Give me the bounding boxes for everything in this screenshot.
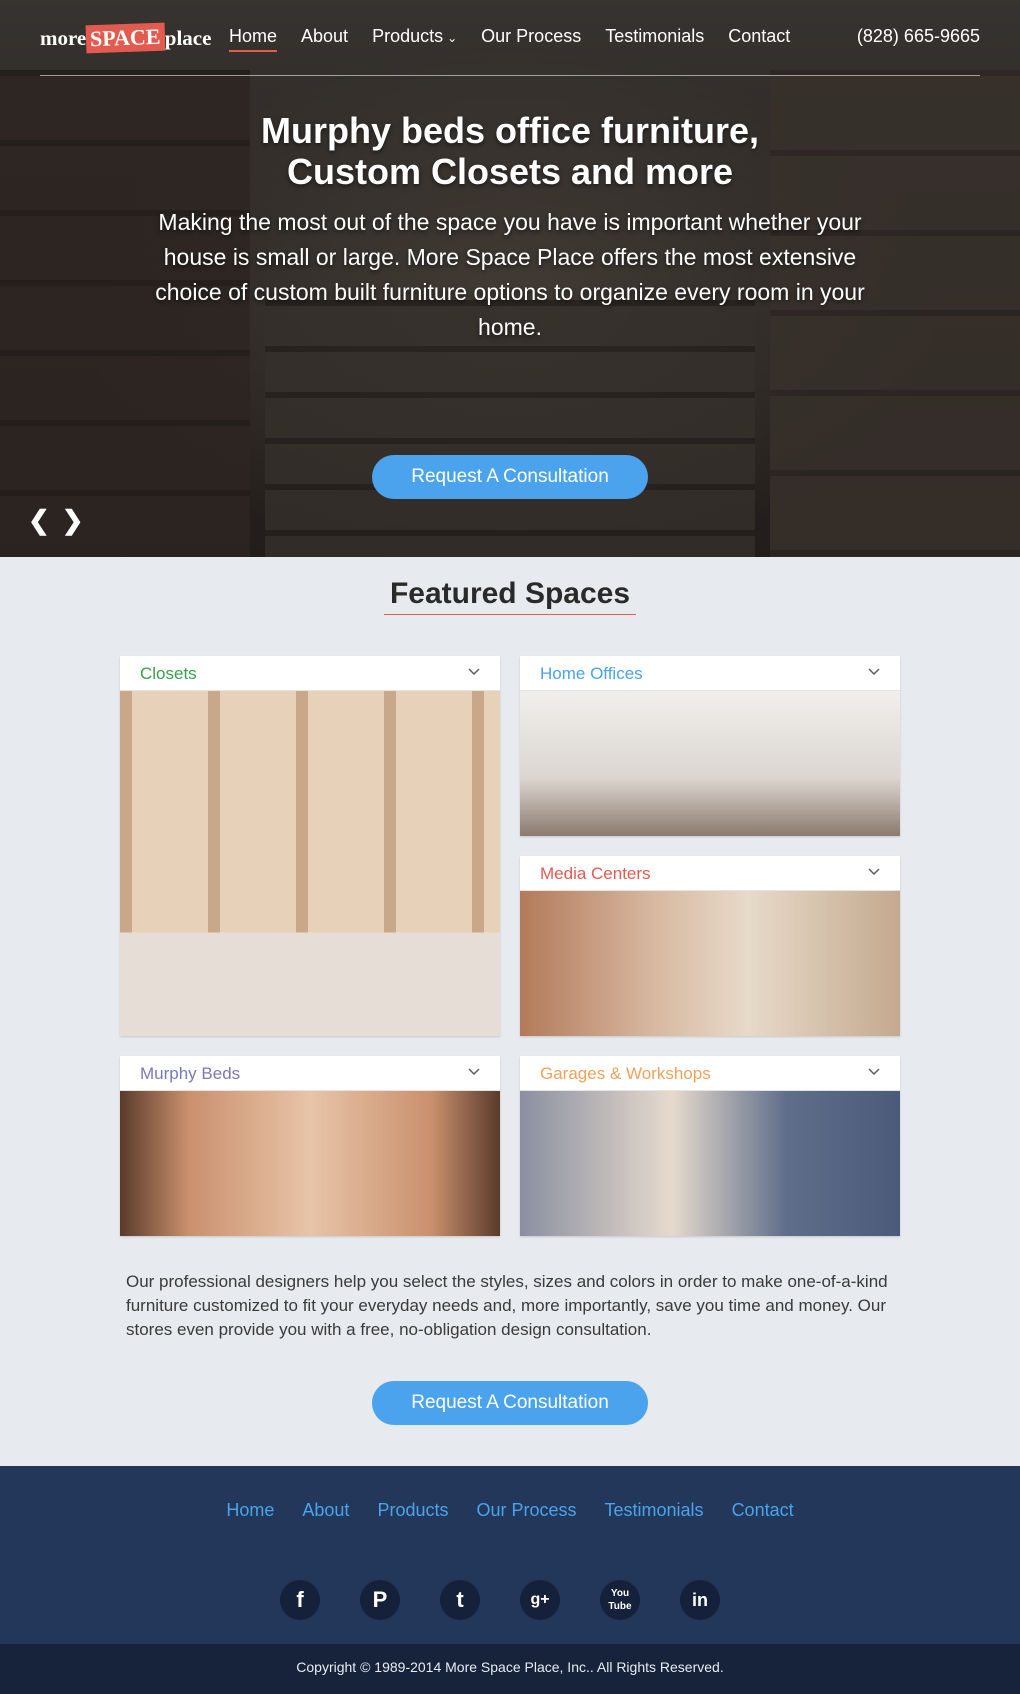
card-header[interactable]: Closets [120, 656, 500, 691]
hero-title: Murphy beds office furniture, Custom Clo… [0, 110, 1020, 192]
chevron-down-icon [868, 668, 880, 675]
card-header[interactable]: Media Centers [520, 856, 900, 891]
card-header[interactable]: Garages & Workshops [520, 1056, 900, 1091]
featured-description: Our professional designers help you sele… [126, 1272, 888, 1339]
home-offices-image [520, 691, 900, 836]
hero-description: Making the most out of the space you hav… [155, 209, 865, 340]
hero-title-line-1: Murphy beds office furniture, [260, 110, 760, 151]
card-label-garages: Garages & Workshops [540, 1064, 711, 1083]
facebook-icon[interactable]: f [280, 1580, 320, 1620]
site-logo[interactable]: more SPACE place [40, 22, 212, 54]
chevron-down-icon [468, 668, 480, 675]
top-navigation: more SPACE place Home About Products ⌄ Our … [40, 0, 980, 76]
card-header[interactable]: Murphy Beds [120, 1056, 500, 1091]
twitter-icon[interactable]: t [440, 1580, 480, 1620]
social-links: f P t g+ You Tube in [280, 1580, 720, 1620]
hero-title-line-2: Custom Closets and more [286, 151, 734, 192]
garages-image [520, 1091, 900, 1236]
chevron-down-icon [468, 1068, 480, 1075]
hero-consultation-button[interactable]: Request A Consultation [372, 455, 648, 499]
card-label-closets: Closets [140, 664, 197, 683]
nav-about[interactable]: About [301, 26, 348, 47]
youtube-icon[interactable]: You Tube [600, 1580, 640, 1620]
phone-number[interactable]: (828) 665-9665 [857, 26, 980, 47]
nav-our-process[interactable]: Our Process [481, 26, 581, 47]
media-centers-image [520, 891, 900, 1036]
footer-nav-products[interactable]: Products [377, 1500, 448, 1521]
card-media-centers[interactable]: Media Centers [520, 856, 900, 1036]
card-garages-workshops[interactable]: Garages & Workshops [520, 1056, 900, 1236]
chevron-down-icon [868, 1068, 880, 1075]
arrow-left-icon[interactable]: ❮ [28, 505, 50, 536]
featured-title-underline [384, 614, 636, 615]
card-header[interactable]: Home Offices [520, 656, 900, 691]
consultation-button[interactable]: Request A Consultation [372, 1381, 648, 1425]
chevron-down-icon: ⌄ [447, 31, 458, 45]
footer-nav-our-process[interactable]: Our Process [476, 1500, 576, 1521]
arrow-right-icon[interactable]: ❯ [62, 505, 84, 536]
closets-image [120, 691, 500, 1036]
footer-nav-testimonials[interactable]: Testimonials [605, 1500, 704, 1521]
slider-arrows: ❮ ❯ [28, 505, 84, 536]
footer-nav-home[interactable]: Home [226, 1500, 274, 1521]
card-closets[interactable]: Closets [120, 656, 500, 1036]
logo-text-space: SPACE [85, 22, 166, 54]
logo-text-place: place [164, 26, 212, 50]
nav-products[interactable]: Products ⌄ [372, 26, 457, 47]
logo-text-more: more [40, 26, 87, 50]
nav-contact[interactable]: Contact [728, 26, 790, 47]
murphy-beds-image [120, 1091, 500, 1236]
featured-spaces-title: Featured Spaces [389, 577, 631, 610]
card-murphy-beds[interactable]: Murphy Beds [120, 1056, 500, 1236]
nav-home[interactable]: Home [229, 26, 278, 52]
footer-nav-about[interactable]: About [302, 1500, 349, 1521]
footer-navigation: Home About Products Our Process Testimon… [0, 1500, 1020, 1521]
google-plus-icon[interactable]: g+ [520, 1580, 560, 1620]
card-label-media-centers: Media Centers [540, 864, 651, 883]
copyright: Copyright © 1989-2014 More Space Place, … [0, 1644, 1020, 1694]
linkedin-icon[interactable]: in [680, 1580, 720, 1620]
card-home-offices[interactable]: Home Offices [520, 656, 900, 836]
nav-testimonials[interactable]: Testimonials [605, 26, 704, 47]
pinterest-icon[interactable]: P [360, 1580, 400, 1620]
footer: Home About Products Our Process Testimon… [0, 1466, 1020, 1644]
footer-nav-contact[interactable]: Contact [732, 1500, 794, 1521]
main-menu: Home About Products ⌄ Our Process Testimo… [229, 26, 814, 52]
hero-section: more SPACE place Home About Products ⌄ Our … [0, 0, 1020, 557]
card-label-home-offices: Home Offices [540, 664, 643, 683]
chevron-down-icon [868, 868, 880, 875]
nav-products-label: Products [372, 26, 444, 46]
card-label-murphy-beds: Murphy Beds [140, 1064, 241, 1083]
